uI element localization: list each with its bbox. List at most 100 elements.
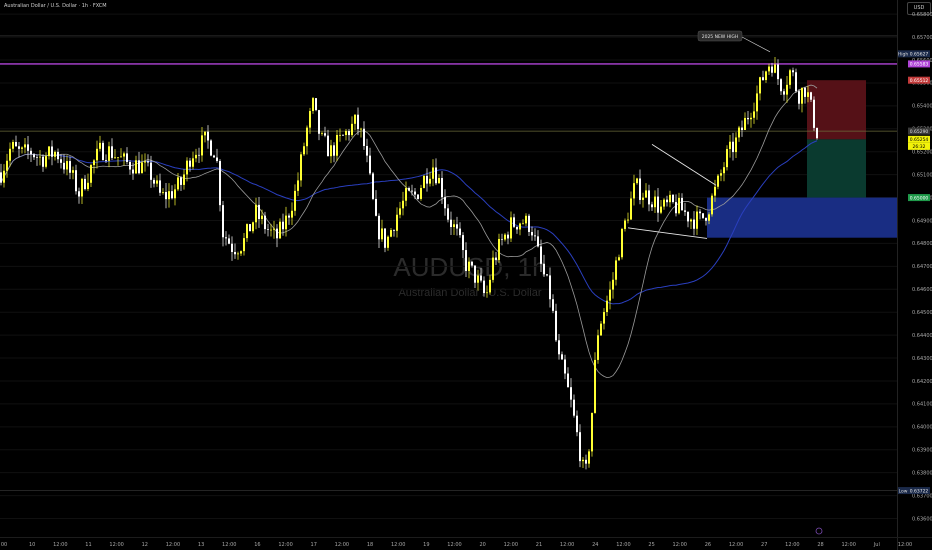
candle-body: [117, 157, 119, 158]
candle-body: [132, 169, 134, 174]
candle-body: [780, 79, 782, 92]
price-tick-label: 0.64900: [912, 218, 932, 224]
candle-body: [222, 205, 224, 238]
candle-body: [291, 210, 293, 218]
time-tick-label: 25: [648, 542, 654, 548]
candle-body: [216, 157, 218, 162]
candle-body: [723, 167, 725, 174]
time-tick-label: 10: [29, 542, 35, 548]
candle-body: [354, 114, 356, 124]
candle-body: [192, 158, 194, 167]
candle-body: [12, 141, 14, 149]
candle-body: [81, 178, 83, 197]
candle-body: [333, 145, 335, 156]
candle-body: [300, 154, 302, 181]
candle-body: [618, 257, 620, 261]
candle-body: [96, 148, 98, 161]
candle-body: [123, 153, 125, 157]
time-tick-label: 26: [705, 542, 711, 548]
candle-body: [783, 91, 785, 95]
candle-body: [765, 71, 767, 81]
candle-body: [78, 191, 80, 197]
candle-body: [636, 178, 638, 184]
candle-body: [108, 146, 110, 161]
candle-body: [276, 228, 278, 239]
event-marker-icon: [815, 527, 823, 535]
candle-body: [753, 111, 755, 118]
candle-body: [480, 275, 482, 281]
candle-body: [465, 250, 467, 272]
candle-body: [630, 198, 632, 220]
candle-body: [504, 234, 506, 240]
candle-body: [72, 170, 74, 173]
candle-body: [498, 238, 500, 260]
low-value-tag: 0.63722: [910, 488, 929, 494]
candle-body: [570, 387, 572, 400]
candle-body: [201, 135, 203, 156]
candle-body: [129, 161, 131, 170]
candle-body: [453, 224, 455, 228]
candle-body: [36, 157, 38, 158]
candle-body: [648, 190, 650, 205]
time-tick-label: 12:00: [166, 542, 180, 548]
candle-body: [600, 323, 602, 336]
candle-body: [717, 175, 719, 187]
time-tick-label: 12:00: [560, 542, 574, 548]
candle-body: [624, 220, 626, 229]
candle-body: [621, 228, 623, 258]
candle-body: [690, 219, 692, 222]
candle-body: [378, 215, 380, 240]
time-axis[interactable]: 00 10 12:00 11 12:00 12 12:00 13 12:00 16 12:00 17 1…: [0, 537, 932, 549]
candle-body: [315, 98, 317, 111]
candle-body: [528, 215, 530, 232]
candle-body: [45, 156, 47, 167]
current-price-tag: 0.65254: [910, 137, 929, 143]
candle-body: [159, 180, 161, 193]
new-high-pointer: [741, 36, 771, 53]
candle-body: [777, 64, 779, 80]
candle-body: [663, 199, 665, 207]
price-tick-label: 0.64700: [912, 264, 932, 270]
price-chart[interactable]: AUDUSD, 1h Australian Dollar / U.S. Doll…: [0, 0, 932, 550]
candle-body: [246, 224, 248, 239]
triangle-upper-line: [651, 144, 717, 186]
candle-body: [696, 211, 698, 229]
candle-body: [438, 178, 440, 184]
low-label-tag: Low: [899, 488, 908, 494]
candle-body: [642, 197, 644, 200]
candle-body: [177, 177, 179, 190]
candle-body: [792, 70, 794, 73]
candle-body: [657, 196, 659, 213]
high-value-tag: 0.65627: [910, 52, 929, 58]
candle-body: [114, 157, 116, 159]
candle-body: [351, 123, 353, 136]
candle-body: [525, 215, 527, 224]
time-tick-label: 12:00: [447, 542, 461, 548]
candle-body: [285, 215, 287, 230]
time-tick-label: 12:00: [673, 542, 687, 548]
candle-body: [801, 87, 803, 104]
candle-body: [21, 147, 23, 149]
candle-body: [372, 173, 374, 199]
time-tick-label: 16: [254, 542, 260, 548]
candle-body: [204, 131, 206, 136]
candle-body: [174, 189, 176, 199]
stop-zone: [807, 80, 866, 140]
candle-body: [693, 219, 695, 229]
candle-body: [345, 131, 347, 136]
candle-body: [393, 230, 395, 231]
time-tick-label: 12:00: [53, 542, 67, 548]
candle-body: [543, 263, 545, 275]
candle-body: [744, 117, 746, 131]
candle-body: [774, 64, 776, 73]
candle-body: [252, 222, 254, 232]
candle-body: [423, 175, 425, 188]
candle-body: [654, 196, 656, 208]
candle-body: [27, 144, 29, 151]
candle-body: [666, 199, 668, 203]
candle-body: [420, 187, 422, 199]
candle-body: [720, 173, 722, 176]
candle-body: [669, 194, 671, 203]
candle-body: [90, 165, 92, 183]
candle-body: [456, 224, 458, 229]
